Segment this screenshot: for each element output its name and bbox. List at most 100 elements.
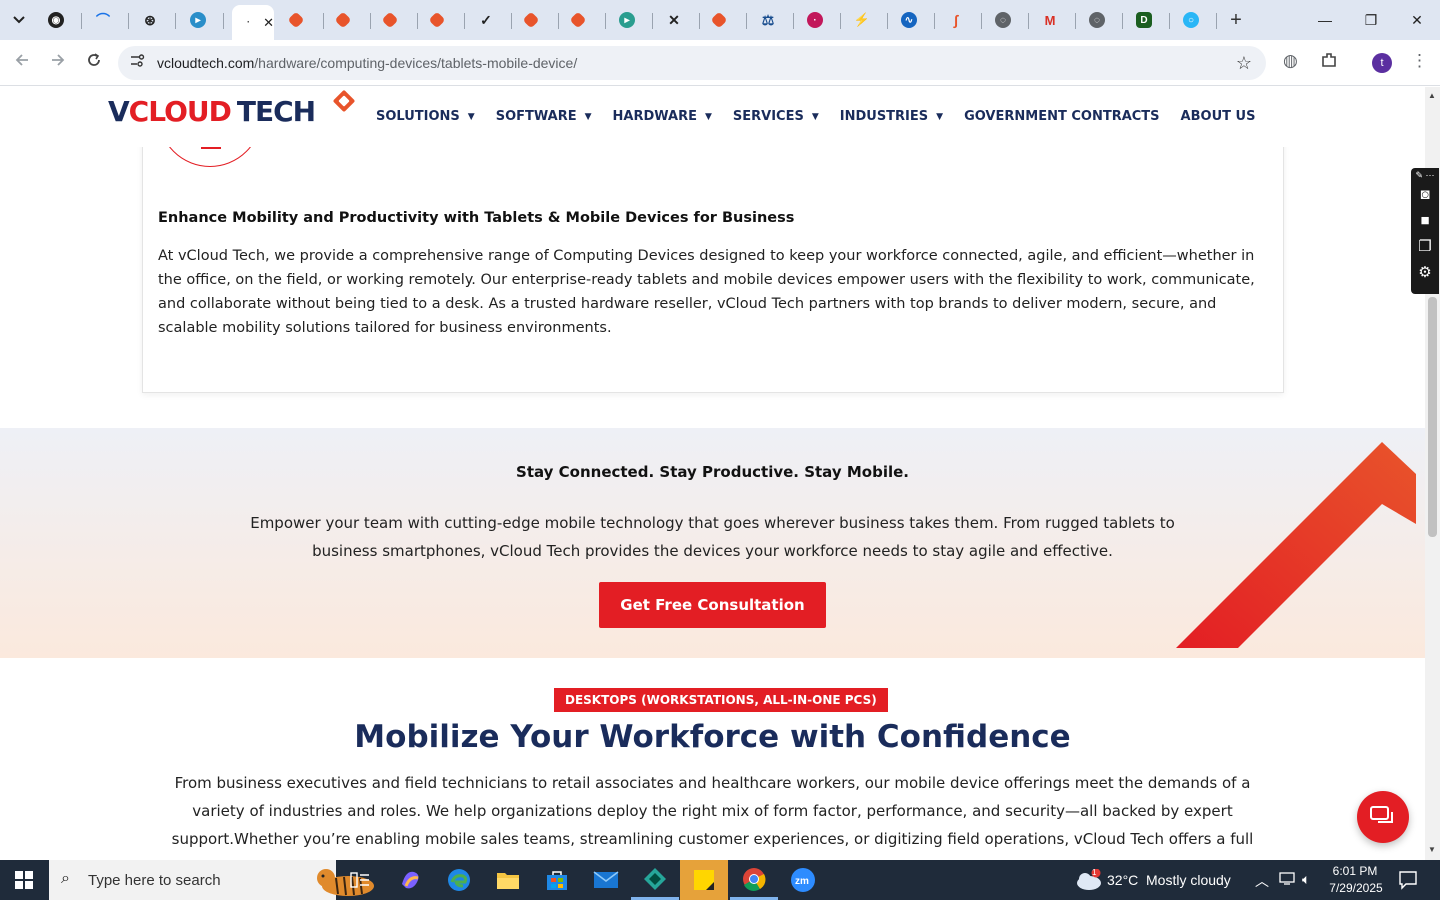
back-button[interactable]	[9, 50, 35, 76]
browser-tab[interactable]: M	[1032, 5, 1076, 35]
bookmark-star-icon[interactable]: ☆	[1236, 53, 1252, 74]
tab-favicon-icon	[710, 11, 728, 29]
gear-icon[interactable]: ⚙	[1411, 260, 1439, 286]
tab-favicon-icon: ⚡	[853, 12, 871, 27]
tab-close-icon[interactable]: ✕	[263, 15, 274, 31]
browser-tab[interactable]	[327, 5, 371, 35]
tab-favicon-icon	[522, 11, 540, 29]
task-view-icon[interactable]	[336, 860, 384, 900]
browser-tab[interactable]: ∿	[891, 5, 935, 35]
cloudy-weather-icon[interactable]	[1074, 869, 1102, 891]
zoom-app-icon[interactable]: zm	[779, 860, 827, 900]
camera-icon[interactable]: ◙	[1411, 182, 1439, 208]
nav-industries[interactable]: INDUSTRIES ▼	[840, 109, 943, 124]
browser-tab[interactable]: ∫	[938, 5, 982, 35]
nav-about-us[interactable]: ABOUT US	[1181, 109, 1256, 124]
browser-tab[interactable]: ⌒	[85, 5, 129, 35]
browser-tab[interactable]: ·	[797, 5, 841, 35]
browser-tab[interactable]: ✓	[468, 5, 512, 35]
new-tab-button[interactable]: +	[1224, 8, 1248, 32]
copilot-icon[interactable]	[386, 860, 434, 900]
tab-favicon-icon: ✓	[480, 11, 492, 28]
tab-favicon-icon: ▸	[190, 12, 206, 28]
tab-favicon-icon: ·	[246, 17, 251, 28]
get-free-consultation-button[interactable]: Get Free Consultation	[599, 582, 826, 628]
tab-favicon-icon: ◉	[48, 12, 64, 28]
scroll-down-arrow-icon[interactable]: ▼	[1428, 845, 1436, 854]
browser-tab[interactable]	[703, 5, 747, 35]
browser-menu-icon[interactable]: ⋮	[1411, 51, 1428, 71]
browser-tab[interactable]	[515, 5, 559, 35]
browser-tab[interactable]	[374, 5, 418, 35]
nav-services[interactable]: SERVICES ▼	[733, 109, 819, 124]
tab-favicon-icon	[381, 11, 399, 29]
taskbar-search-box[interactable]: ⌕ Type here to search	[49, 860, 374, 900]
address-bar[interactable]: vcloudtech.com/hardware/computing-device…	[118, 46, 1266, 80]
nav-solutions[interactable]: SOLUTIONS ▼	[376, 109, 475, 124]
clock-date[interactable]: 7/29/2025	[1326, 881, 1386, 895]
extensions-icon[interactable]	[1320, 51, 1338, 74]
mail-icon[interactable]	[582, 860, 630, 900]
caret-down-icon: ▼	[584, 111, 592, 122]
weather-description[interactable]: Mostly cloudy	[1146, 872, 1231, 888]
nav-label: GOVERNMENT CONTRACTS	[964, 109, 1160, 124]
svg-text:zm: zm	[795, 876, 809, 887]
browser-tab[interactable]: ▸	[180, 5, 224, 35]
nav-software[interactable]: SOFTWARE ▼	[496, 109, 592, 124]
browser-tab[interactable]: D	[1126, 5, 1170, 35]
show-hidden-icons-chevron-icon[interactable]: ︿	[1255, 871, 1269, 891]
close-window-button[interactable]: ✕	[1394, 6, 1440, 34]
site-info-icon[interactable]	[128, 54, 146, 72]
widget-menu-icon[interactable]: ✎ ⋯	[1411, 168, 1439, 182]
browser-tab[interactable]	[562, 5, 606, 35]
video-camera-icon[interactable]: ■	[1411, 208, 1439, 234]
section-badge: DESKTOPS (WORKSTATIONS, ALL-IN-ONE PCS)	[554, 688, 888, 712]
translate-globe-icon[interactable]: ◍	[1283, 51, 1298, 71]
vcloud-tech-logo[interactable]: VCLOUD TECH	[108, 89, 356, 139]
browser-tab[interactable]: ⚖	[750, 5, 794, 35]
reload-button[interactable]	[81, 50, 107, 76]
microsoft-store-icon[interactable]	[533, 860, 581, 900]
nav-hardware[interactable]: HARDWARE ▼	[613, 109, 712, 124]
url-text[interactable]: vcloudtech.com/hardware/computing-device…	[157, 55, 577, 71]
scroll-up-arrow-icon[interactable]: ▲	[1428, 91, 1436, 100]
tab-favicon-icon: ·	[807, 12, 823, 28]
browser-tab[interactable]: ◌	[1079, 5, 1123, 35]
browser-tab[interactable]: ⚡	[844, 5, 888, 35]
browser-tab[interactable]: ◌	[985, 5, 1029, 35]
chrome-icon[interactable]	[730, 860, 778, 900]
start-button[interactable]	[0, 860, 48, 900]
scrollbar-thumb[interactable]	[1428, 297, 1437, 537]
network-icon[interactable]	[1279, 871, 1295, 888]
forward-button[interactable]	[45, 50, 71, 76]
browser-tab[interactable]	[421, 5, 465, 35]
live-chat-button[interactable]	[1357, 791, 1409, 843]
notification-center-icon[interactable]	[1398, 870, 1418, 893]
caret-down-icon: ▼	[936, 111, 944, 122]
sticky-notes-icon[interactable]	[680, 860, 728, 900]
browser-tab[interactable]: ◉	[38, 5, 82, 35]
restore-button[interactable]: ❐	[1348, 6, 1394, 34]
clock-time[interactable]: 6:01 PM	[1332, 864, 1378, 878]
nav-label: ABOUT US	[1180, 109, 1256, 124]
chevron-down-icon	[13, 16, 25, 24]
nav-government-contracts[interactable]: GOVERNMENT CONTRACTS	[964, 109, 1159, 124]
file-explorer-icon[interactable]	[484, 860, 532, 900]
tab-favicon-icon: ⌒	[96, 12, 110, 28]
tab-favicon-icon: ⚖	[761, 11, 775, 28]
browser-tab-active[interactable]: · ✕	[232, 5, 274, 40]
tab-search-button[interactable]	[6, 7, 32, 33]
browser-tab[interactable]: ▸	[609, 5, 653, 35]
edge-browser-icon[interactable]	[435, 860, 483, 900]
profile-avatar[interactable]: t	[1372, 53, 1392, 73]
minimize-button[interactable]: —	[1302, 6, 1348, 34]
app-icon-diamond[interactable]	[631, 860, 679, 900]
browser-tab[interactable]: ○	[1173, 5, 1217, 35]
volume-icon[interactable]: 🔈︎	[1302, 871, 1310, 888]
browser-tab[interactable]	[280, 5, 324, 35]
weather-temperature[interactable]: 32°C	[1107, 872, 1138, 888]
browser-tab[interactable]: ✕	[656, 5, 700, 35]
window-capture-icon[interactable]: ❐	[1411, 234, 1439, 260]
browser-tab[interactable]: ⊛	[132, 5, 176, 35]
tab-favicon-icon: ∫	[954, 12, 958, 28]
